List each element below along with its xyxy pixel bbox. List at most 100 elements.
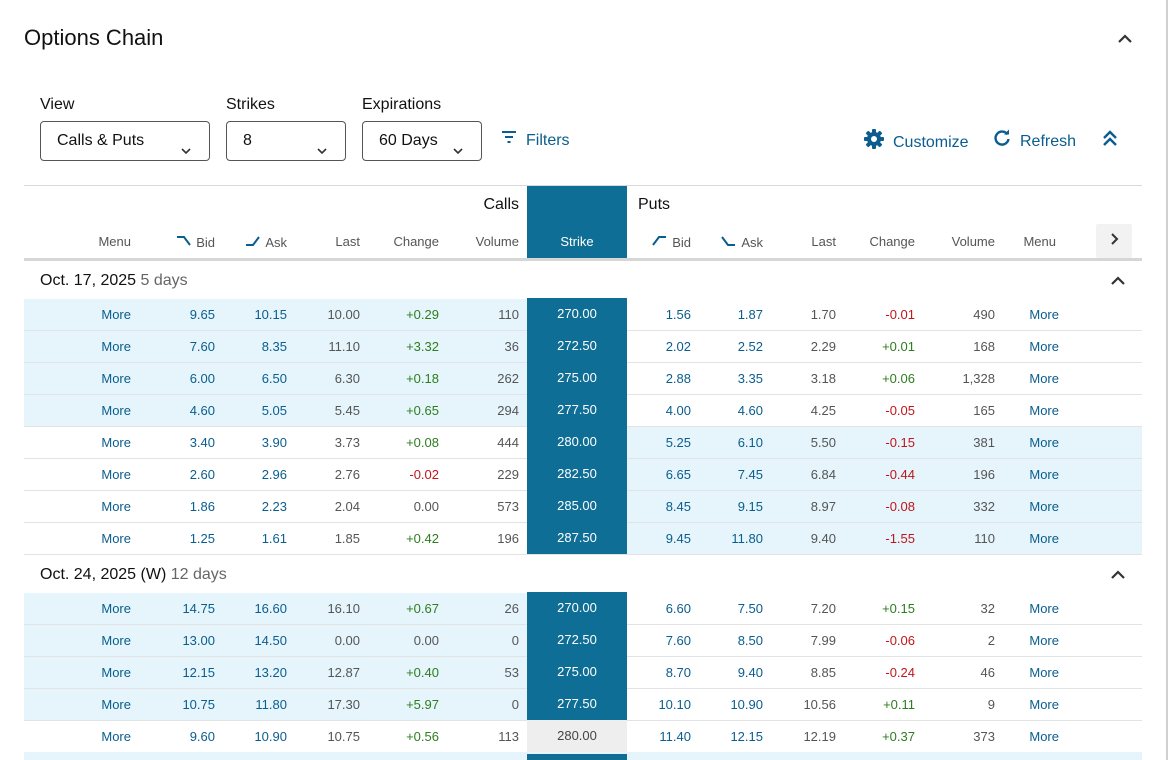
- view-select[interactable]: Calls & Puts: [40, 121, 210, 161]
- call-bid[interactable]: 12.15: [182, 665, 215, 680]
- refresh-button[interactable]: Refresh: [992, 128, 1076, 155]
- collapse-all-button[interactable]: [1100, 128, 1120, 155]
- expiration-group-header[interactable]: Oct. 24, 2025 (W) 12 days: [24, 555, 1142, 593]
- calls-ask-header[interactable]: Ask: [245, 234, 287, 251]
- put-more-link[interactable]: More: [1029, 339, 1059, 354]
- put-bid[interactable]: 6.60: [666, 601, 691, 616]
- customize-button[interactable]: Customize: [863, 128, 969, 157]
- call-bid[interactable]: 10.75: [182, 697, 215, 712]
- put-ask[interactable]: 3.35: [738, 371, 763, 386]
- put-ask[interactable]: 4.60: [738, 403, 763, 418]
- call-ask[interactable]: 16.60: [254, 601, 287, 616]
- call-ask[interactable]: 6.50: [262, 371, 287, 386]
- put-bid[interactable]: 4.00: [666, 403, 691, 418]
- put-ask[interactable]: 2.52: [738, 339, 763, 354]
- put-ask[interactable]: 11.80: [731, 531, 763, 546]
- put-bid[interactable]: 9.45: [666, 531, 691, 546]
- call-ask[interactable]: 5.05: [262, 403, 287, 418]
- filters-button[interactable]: Filters: [500, 128, 570, 153]
- call-bid[interactable]: 13.00: [182, 633, 215, 648]
- call-more-link[interactable]: More: [101, 697, 131, 712]
- puts-bid-header[interactable]: Bid: [652, 234, 691, 251]
- put-more-link[interactable]: More: [1029, 601, 1059, 616]
- put-more-link[interactable]: More: [1029, 371, 1059, 386]
- call-ask[interactable]: 1.61: [262, 531, 287, 546]
- call-ask[interactable]: 11.80: [255, 697, 287, 712]
- put-ask[interactable]: 9.15: [738, 499, 763, 514]
- call-bid[interactable]: 3.40: [190, 435, 215, 450]
- call-ask[interactable]: 10.90: [254, 729, 287, 744]
- put-ask[interactable]: 9.40: [738, 665, 763, 680]
- chevron-up-icon[interactable]: [1110, 274, 1126, 292]
- call-more-link[interactable]: More: [101, 633, 131, 648]
- call-bid[interactable]: 7.60: [190, 339, 215, 354]
- call-more-link[interactable]: More: [101, 601, 131, 616]
- call-more-link[interactable]: More: [101, 371, 131, 386]
- call-more-link[interactable]: More: [101, 467, 131, 482]
- put-more-link[interactable]: More: [1029, 729, 1059, 744]
- call-bid[interactable]: 9.65: [190, 307, 215, 322]
- call-ask[interactable]: 8.35: [262, 339, 287, 354]
- call-more-link[interactable]: More: [101, 307, 131, 322]
- call-bid[interactable]: 6.00: [190, 371, 215, 386]
- call-ask[interactable]: 13.20: [254, 665, 287, 680]
- call-more-link[interactable]: More: [101, 531, 131, 546]
- call-bid[interactable]: 1.86: [190, 499, 215, 514]
- call-bid[interactable]: 2.60: [190, 467, 215, 482]
- call-bid[interactable]: 9.60: [190, 729, 215, 744]
- call-ask[interactable]: 14.50: [254, 633, 287, 648]
- put-ask[interactable]: 8.50: [738, 633, 763, 648]
- put-ask[interactable]: 10.90: [730, 697, 763, 712]
- put-bid[interactable]: 6.65: [666, 467, 691, 482]
- put-more-link[interactable]: More: [1029, 633, 1059, 648]
- put-more-link[interactable]: More: [1029, 531, 1059, 546]
- put-ask[interactable]: 12.15: [730, 729, 763, 744]
- call-last: 1.85: [334, 531, 360, 546]
- expirations-select[interactable]: 60 Days: [362, 121, 482, 161]
- call-ask[interactable]: 10.15: [254, 307, 287, 322]
- view-select-value: Calls & Puts: [57, 132, 145, 149]
- call-more-link[interactable]: More: [101, 499, 131, 514]
- put-more-link[interactable]: More: [1029, 307, 1059, 322]
- call-ask[interactable]: 2.96: [262, 467, 287, 482]
- strikes-select[interactable]: 8: [226, 121, 346, 161]
- put-ask[interactable]: 7.45: [738, 467, 763, 482]
- calls-bid-header[interactable]: Bid: [176, 234, 215, 251]
- put-bid[interactable]: 5.25: [666, 435, 691, 450]
- chevron-up-icon[interactable]: [1116, 30, 1134, 48]
- puts-bid-label: Bid: [672, 235, 691, 250]
- put-bid[interactable]: 8.70: [666, 665, 691, 680]
- put-bid[interactable]: 2.88: [666, 371, 691, 386]
- put-ask[interactable]: 6.10: [738, 435, 763, 450]
- scroll-right-button[interactable]: [1096, 224, 1132, 258]
- call-ask[interactable]: 3.90: [262, 435, 287, 450]
- call-more-link[interactable]: More: [101, 729, 131, 744]
- call-ask[interactable]: 2.23: [262, 499, 287, 514]
- put-more-link[interactable]: More: [1029, 403, 1059, 418]
- put-bid[interactable]: 11.40: [659, 729, 691, 744]
- call-change: +0.67: [406, 601, 439, 616]
- call-bid[interactable]: 1.25: [190, 531, 215, 546]
- put-bid[interactable]: 7.60: [666, 633, 691, 648]
- call-bid[interactable]: 4.60: [190, 403, 215, 418]
- call-more-link[interactable]: More: [101, 665, 131, 680]
- put-ask[interactable]: 1.87: [738, 307, 763, 322]
- call-more-link[interactable]: More: [101, 435, 131, 450]
- put-bid[interactable]: 10.10: [658, 697, 691, 712]
- put-bid[interactable]: 2.02: [666, 339, 691, 354]
- calls-ask-label: Ask: [265, 235, 287, 250]
- call-bid[interactable]: 14.75: [182, 601, 215, 616]
- put-more-link[interactable]: More: [1029, 499, 1059, 514]
- put-more-link[interactable]: More: [1029, 467, 1059, 482]
- put-bid[interactable]: 8.45: [666, 499, 691, 514]
- puts-ask-header[interactable]: Ask: [721, 234, 763, 251]
- put-more-link[interactable]: More: [1029, 435, 1059, 450]
- call-more-link[interactable]: More: [101, 339, 131, 354]
- put-more-link[interactable]: More: [1029, 697, 1059, 712]
- expiration-group-header[interactable]: Oct. 17, 2025 5 days: [24, 261, 1142, 299]
- chevron-up-icon[interactable]: [1110, 568, 1126, 586]
- put-bid[interactable]: 1.56: [666, 307, 691, 322]
- put-more-link[interactable]: More: [1029, 665, 1059, 680]
- call-more-link[interactable]: More: [101, 403, 131, 418]
- put-ask[interactable]: 7.50: [738, 601, 763, 616]
